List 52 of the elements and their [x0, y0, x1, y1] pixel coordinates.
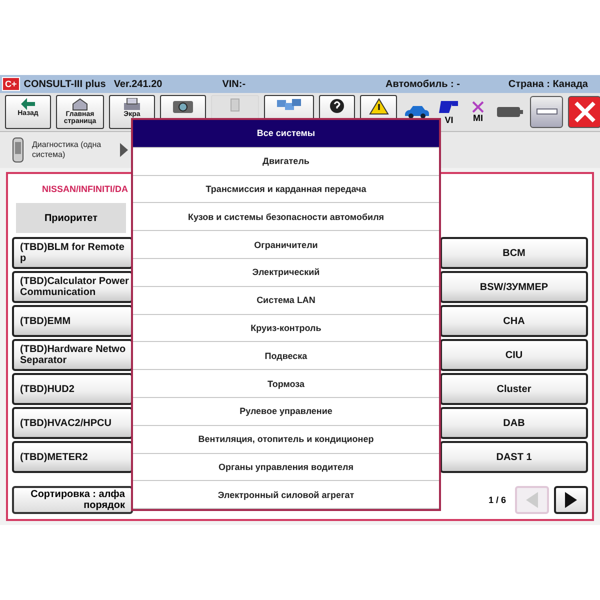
logo: C+: [2, 77, 20, 91]
system-button[interactable]: Cluster: [440, 373, 588, 405]
left-arrow-icon: [21, 98, 35, 110]
system-button[interactable]: (TBD)BLM for Remote p: [12, 237, 133, 269]
camera-icon: [172, 98, 194, 114]
app-title: CONSULT-III plus: [24, 78, 106, 90]
system-button[interactable]: (TBD)Hardware Netwo Separator: [12, 339, 133, 371]
help-icon: [329, 98, 345, 114]
system-button[interactable]: BCM: [440, 237, 588, 269]
system-button[interactable]: (TBD)EMM: [12, 305, 133, 337]
system-button[interactable]: CIU: [440, 339, 588, 371]
menu-item[interactable]: Круиз-контроль: [133, 314, 439, 342]
minimize-icon: [536, 108, 558, 116]
page-indicator: 1 / 6: [488, 495, 506, 505]
warning-icon: [368, 98, 388, 115]
status-label: VI: [444, 115, 454, 125]
next-page-button[interactable]: [554, 486, 588, 514]
vehicle-label: Автомобиль : -: [386, 78, 460, 90]
system-button[interactable]: (TBD)HVAC2/HPCU: [12, 407, 133, 439]
house-icon: [72, 98, 88, 111]
car-icon: [404, 105, 430, 119]
menu-item[interactable]: Все системы: [133, 120, 439, 148]
menu-item[interactable]: Трансмиссия и карданная передача: [133, 176, 439, 204]
breadcrumb-label: Диагностика (одна система): [32, 140, 102, 160]
country-label: Страна : Канада: [508, 78, 588, 90]
brand-label: NISSAN/INFINITI/DA: [42, 184, 128, 194]
cross-icon: [472, 101, 484, 113]
phone-device-icon: [12, 137, 24, 163]
battery-icon: [497, 106, 523, 118]
right-triangle-icon: [565, 492, 577, 508]
status-label: MI: [473, 113, 483, 123]
system-button[interactable]: (TBD)METER2: [12, 441, 133, 473]
system-button[interactable]: BSW/ЗУММЕР: [440, 271, 588, 303]
left-triangle-icon: [526, 492, 538, 508]
system-button[interactable]: (TBD)HUD2: [12, 373, 133, 405]
close-icon: [574, 101, 596, 123]
system-button[interactable]: CHA: [440, 305, 588, 337]
minimize-button[interactable]: [530, 96, 563, 128]
version-label: Ver.241.20: [114, 78, 162, 90]
sort-button[interactable]: Сортировка : алфа порядок: [12, 486, 133, 514]
device-icon: [230, 98, 240, 112]
priority-tab[interactable]: Приоритет: [16, 203, 126, 233]
printer-icon: [123, 98, 141, 111]
system-button[interactable]: (TBD)Calculator Power Communication: [12, 271, 133, 303]
system-button[interactable]: DAST 1: [440, 441, 588, 473]
menu-item[interactable]: Органы управления водителя: [133, 454, 439, 482]
vin-label: VIN:-: [222, 78, 246, 90]
right-triangle-icon: [120, 143, 128, 157]
system-button[interactable]: DAB: [440, 407, 588, 439]
computers-icon: [276, 98, 302, 112]
interface-device-icon: [439, 99, 459, 115]
close-button[interactable]: [568, 96, 600, 128]
